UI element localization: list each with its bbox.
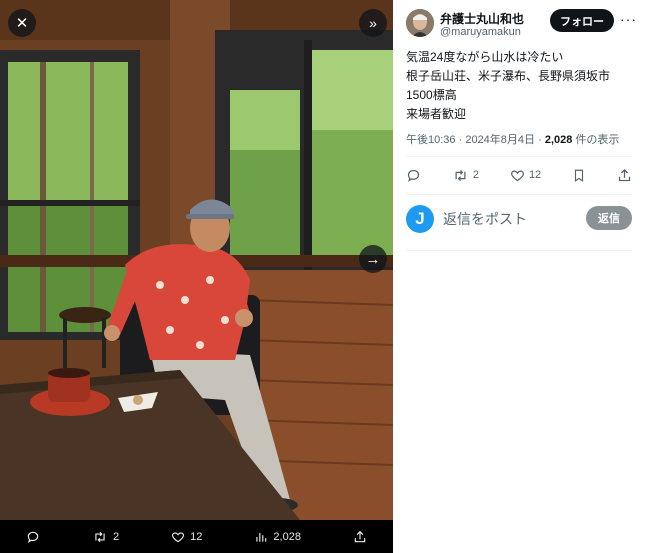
divider (406, 194, 632, 195)
divider (406, 250, 632, 251)
double-chevron-right-icon: » (369, 15, 377, 31)
post-text: 気温24度ながら山水は冷たい 根子岳山荘、米子瀑布、長野県須坂市 1500標高 … (406, 48, 638, 124)
arrow-right-icon: → (365, 250, 381, 268)
like-count: 12 (528, 169, 542, 181)
author-avatar-image (406, 9, 434, 37)
reply-icon (27, 531, 39, 543)
post-photo (0, 0, 393, 520)
follow-button[interactable]: フォロー (550, 9, 614, 32)
media-repost-count: 2 (113, 530, 120, 543)
author-handle[interactable]: @maruyamakun (440, 26, 521, 38)
post-metadata: 午後10:36 · 2024年8月4日 · 2,028 件の表示 (406, 134, 620, 146)
post-sidebar: 弁護士丸山和也 @maruyamakun フォロー ··· 気温24度ながら山水… (393, 0, 645, 553)
repost-button[interactable]: 2 (452, 168, 479, 183)
reply-icon (407, 169, 420, 182)
views-chart-icon (256, 532, 267, 542)
media-views-count: 2,028 (273, 530, 301, 543)
post-text-line: 来場者歓迎 (406, 107, 467, 121)
like-button[interactable]: 12 (510, 168, 541, 183)
post-action-bar: 2 12 (406, 165, 632, 185)
share-icon (354, 530, 366, 542)
repost-icon (455, 169, 466, 181)
reply-input[interactable]: 返信をポスト (443, 209, 527, 229)
more-options-button[interactable]: ··· (620, 11, 637, 27)
post-text-line: 1500標高 (406, 88, 457, 102)
repost-count: 2 (472, 169, 480, 181)
divider (406, 156, 632, 157)
heart-icon (172, 531, 185, 542)
share-button[interactable] (617, 168, 632, 183)
author-display-name[interactable]: 弁護士丸山和也 (440, 10, 524, 27)
media-reply-button[interactable] (26, 530, 40, 544)
bookmark-button[interactable] (572, 168, 586, 183)
post-text-line: 気温24度ながら山水は冷たい (406, 50, 564, 64)
repost-icon (95, 531, 105, 542)
media-action-bar: 2 12 2,028 (0, 520, 393, 553)
media-like-count: 12 (190, 530, 203, 543)
close-button[interactable]: ✕ (8, 9, 36, 37)
post-date[interactable]: 2024年8月4日 (465, 134, 535, 146)
author-avatar[interactable] (406, 9, 434, 37)
close-icon: ✕ (15, 14, 29, 32)
reply-submit-button[interactable]: 返信 (586, 206, 632, 230)
post-time[interactable]: 午後10:36 (406, 134, 456, 146)
views-count: 2,028 (544, 134, 573, 146)
media-like-button[interactable]: 12 (171, 530, 202, 544)
current-user-avatar: J (406, 205, 434, 233)
next-image-button[interactable]: → (359, 245, 387, 273)
views-label: 件の表示 (575, 134, 620, 146)
share-icon (618, 168, 631, 181)
media-share-button[interactable] (353, 530, 367, 544)
media-viewer: ✕ » → 2 12 2,028 (0, 0, 393, 553)
reply-button[interactable] (406, 168, 421, 183)
post-text-line: 根子岳山荘、米子瀑布、長野県須坂市 (406, 69, 611, 83)
expand-sidebar-button[interactable]: » (359, 9, 387, 37)
media-repost-button[interactable]: 2 (92, 530, 119, 544)
heart-icon (510, 169, 524, 181)
bookmark-icon (575, 169, 584, 182)
media-views-button[interactable]: 2,028 (254, 530, 301, 544)
